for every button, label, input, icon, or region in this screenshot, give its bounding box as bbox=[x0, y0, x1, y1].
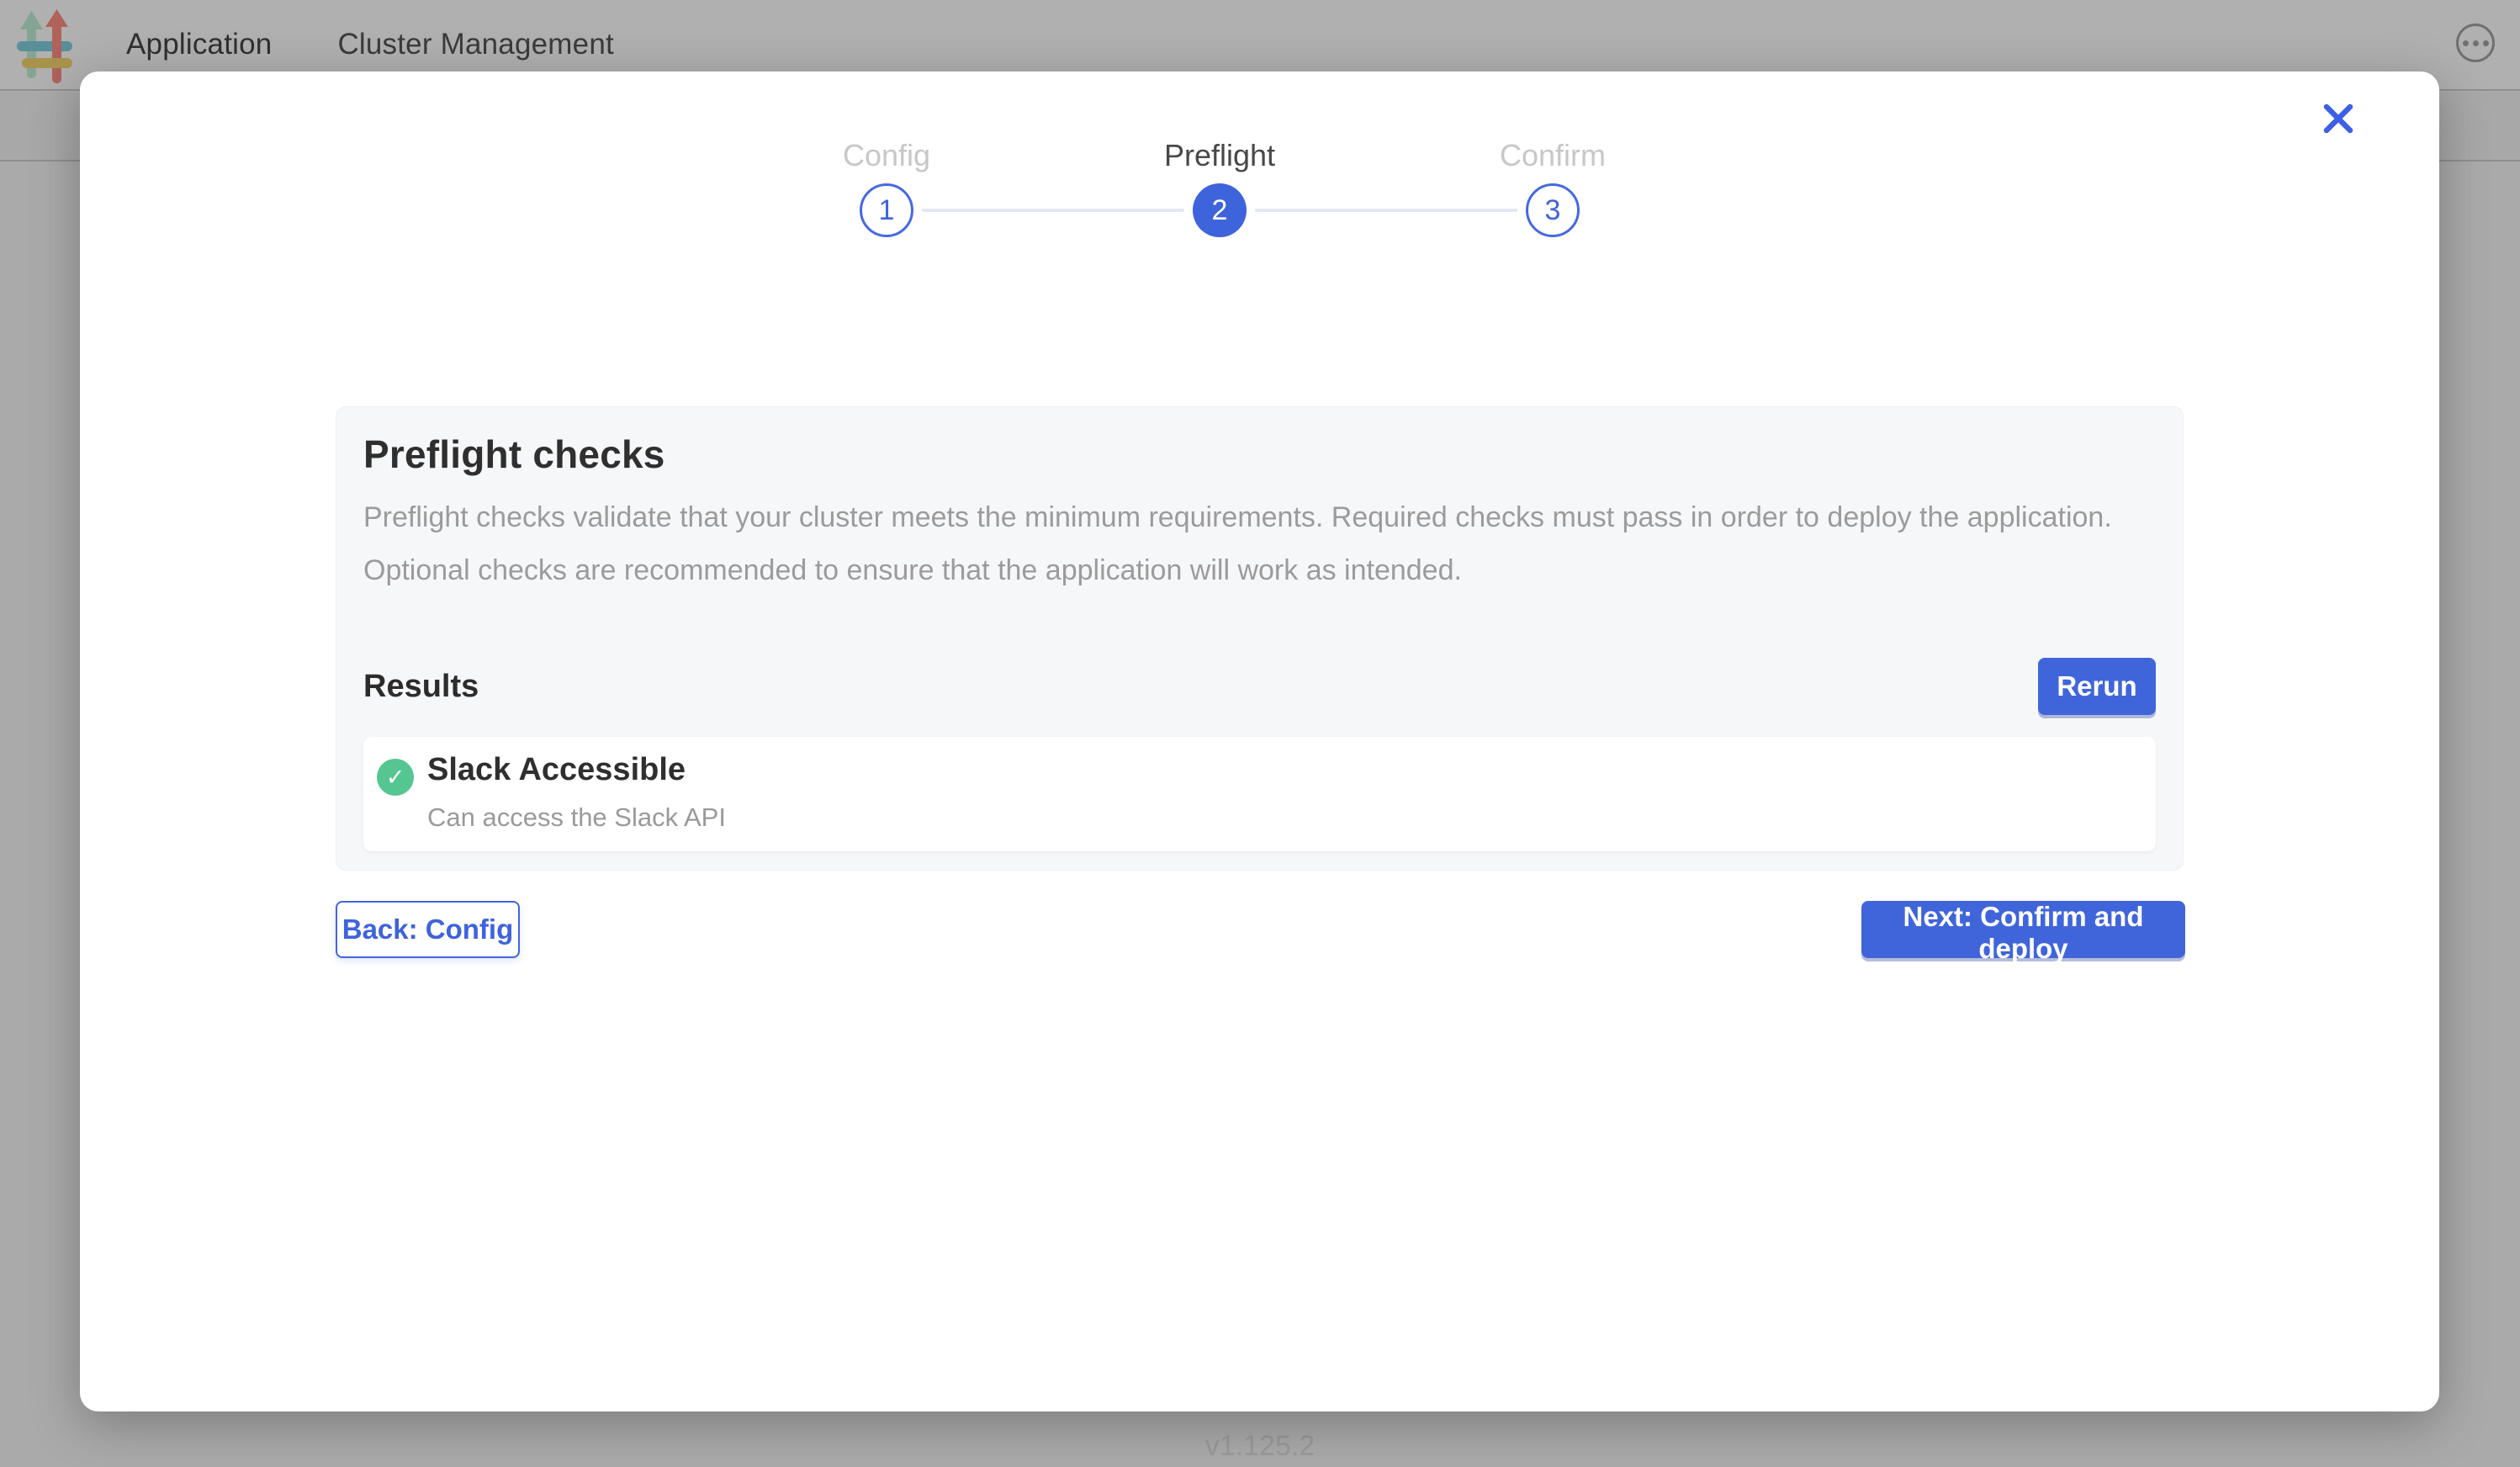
wizard-stepper: Config Preflight Confirm 1 2 3 bbox=[720, 139, 1719, 237]
step-connector bbox=[1255, 209, 1517, 212]
next-button[interactable]: Next: Confirm and deploy bbox=[1861, 901, 2185, 958]
panel-description: Preflight checks validate that your clus… bbox=[363, 491, 2156, 597]
step-label-preflight: Preflight bbox=[1053, 139, 1386, 172]
close-icon bbox=[2323, 103, 2353, 134]
check-name: Slack Accessible bbox=[427, 752, 686, 788]
preflight-panel: Preflight checks Preflight checks valida… bbox=[336, 406, 2184, 871]
step-circle-preflight[interactable]: 2 bbox=[1193, 183, 1247, 237]
close-button[interactable] bbox=[2315, 95, 2362, 142]
preflight-modal: Config Preflight Confirm 1 2 3 Preflight… bbox=[80, 71, 2439, 1411]
step-label-config: Config bbox=[720, 139, 1053, 172]
check-detail: Can access the Slack API bbox=[427, 802, 726, 833]
check-pass-icon: ✓ bbox=[377, 759, 414, 796]
rerun-button[interactable]: Rerun bbox=[2038, 658, 2156, 715]
step-circle-confirm[interactable]: 3 bbox=[1526, 183, 1580, 237]
check-result-row: ✓ Slack Accessible Can access the Slack … bbox=[363, 737, 2156, 851]
step-label-confirm: Confirm bbox=[1386, 139, 1719, 172]
back-button[interactable]: Back: Config bbox=[336, 901, 520, 958]
panel-title: Preflight checks bbox=[363, 432, 2156, 476]
step-connector bbox=[922, 209, 1184, 212]
results-heading: Results bbox=[363, 669, 479, 705]
step-circle-config[interactable]: 1 bbox=[860, 183, 913, 237]
